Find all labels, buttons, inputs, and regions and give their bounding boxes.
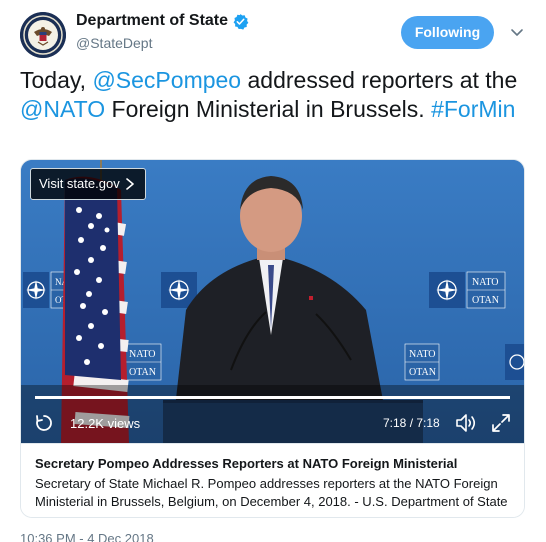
account-handle[interactable]: @StateDept	[76, 35, 152, 51]
tweet-header: Department of State @StateDept Following	[0, 0, 546, 64]
card-description: Secretary of State Michael R. Pompeo add…	[35, 476, 508, 509]
chevron-right-icon	[126, 178, 134, 190]
chevron-down-icon[interactable]	[509, 24, 525, 40]
mention-nato-link[interactable]: @NATO	[20, 96, 105, 122]
backdrop-text-otan: OTAN	[472, 295, 499, 306]
video-controls: 12.2K views 7:18 / 7:18	[21, 408, 524, 438]
backdrop-text-otan: OTAN	[129, 367, 156, 378]
video-player[interactable]: NATO OTAN NATO OTAN NATO OTAN NATO OTAN	[21, 160, 524, 443]
visit-button-label: Visit state.gov	[39, 176, 120, 191]
tweet-text: Today, @SecPompeo addressed reporters at…	[20, 66, 530, 124]
fullscreen-icon[interactable]	[491, 413, 511, 433]
video-progress-bar[interactable]	[35, 396, 510, 399]
backdrop-text-nato: NATO	[472, 277, 498, 288]
mention-secpompeo-link[interactable]: @SecPompeo	[92, 67, 241, 93]
video-frame: NATO OTAN NATO OTAN NATO OTAN NATO OTAN	[21, 160, 524, 443]
following-button[interactable]: Following	[401, 16, 494, 49]
nato-emblem-tile	[505, 344, 524, 380]
tweet-text-part: Today,	[20, 67, 93, 93]
backdrop-text-nato: NATO	[129, 349, 155, 360]
card-title: Secretary Pompeo Addresses Reporters at …	[35, 456, 458, 471]
tweet-text-part: Foreign Ministerial in Brussels.	[105, 96, 432, 122]
visit-website-button[interactable]: Visit state.gov	[30, 168, 146, 200]
video-timecode: 7:18 / 7:18	[383, 416, 440, 430]
state-department-seal-icon[interactable]	[20, 12, 66, 58]
video-card[interactable]: NATO OTAN NATO OTAN NATO OTAN NATO OTAN	[20, 159, 525, 518]
nato-sign: NATO OTAN	[466, 271, 506, 309]
hashtag-formin-link[interactable]: #ForMin	[431, 96, 515, 122]
backdrop-text-otan: OTAN	[409, 367, 436, 378]
replay-icon[interactable]	[34, 413, 54, 433]
nato-sign: NATO OTAN	[124, 343, 162, 381]
tweet-text-part: addressed reporters at the	[241, 67, 518, 93]
backdrop-text-nato: NATO	[409, 349, 435, 360]
card-details[interactable]: Secretary Pompeo Addresses Reporters at …	[21, 443, 524, 517]
nato-emblem-tile	[429, 272, 465, 308]
nato-emblem-tile	[23, 272, 49, 308]
view-count: 12.2K views	[70, 416, 141, 431]
verified-badge-icon	[233, 13, 249, 30]
nato-sign: NATO OTAN	[404, 343, 440, 381]
volume-icon[interactable]	[454, 412, 478, 434]
tweet-timestamp[interactable]: 10:36 PM - 4 Dec 2018	[20, 531, 154, 542]
display-name[interactable]: Department of State	[76, 12, 228, 30]
